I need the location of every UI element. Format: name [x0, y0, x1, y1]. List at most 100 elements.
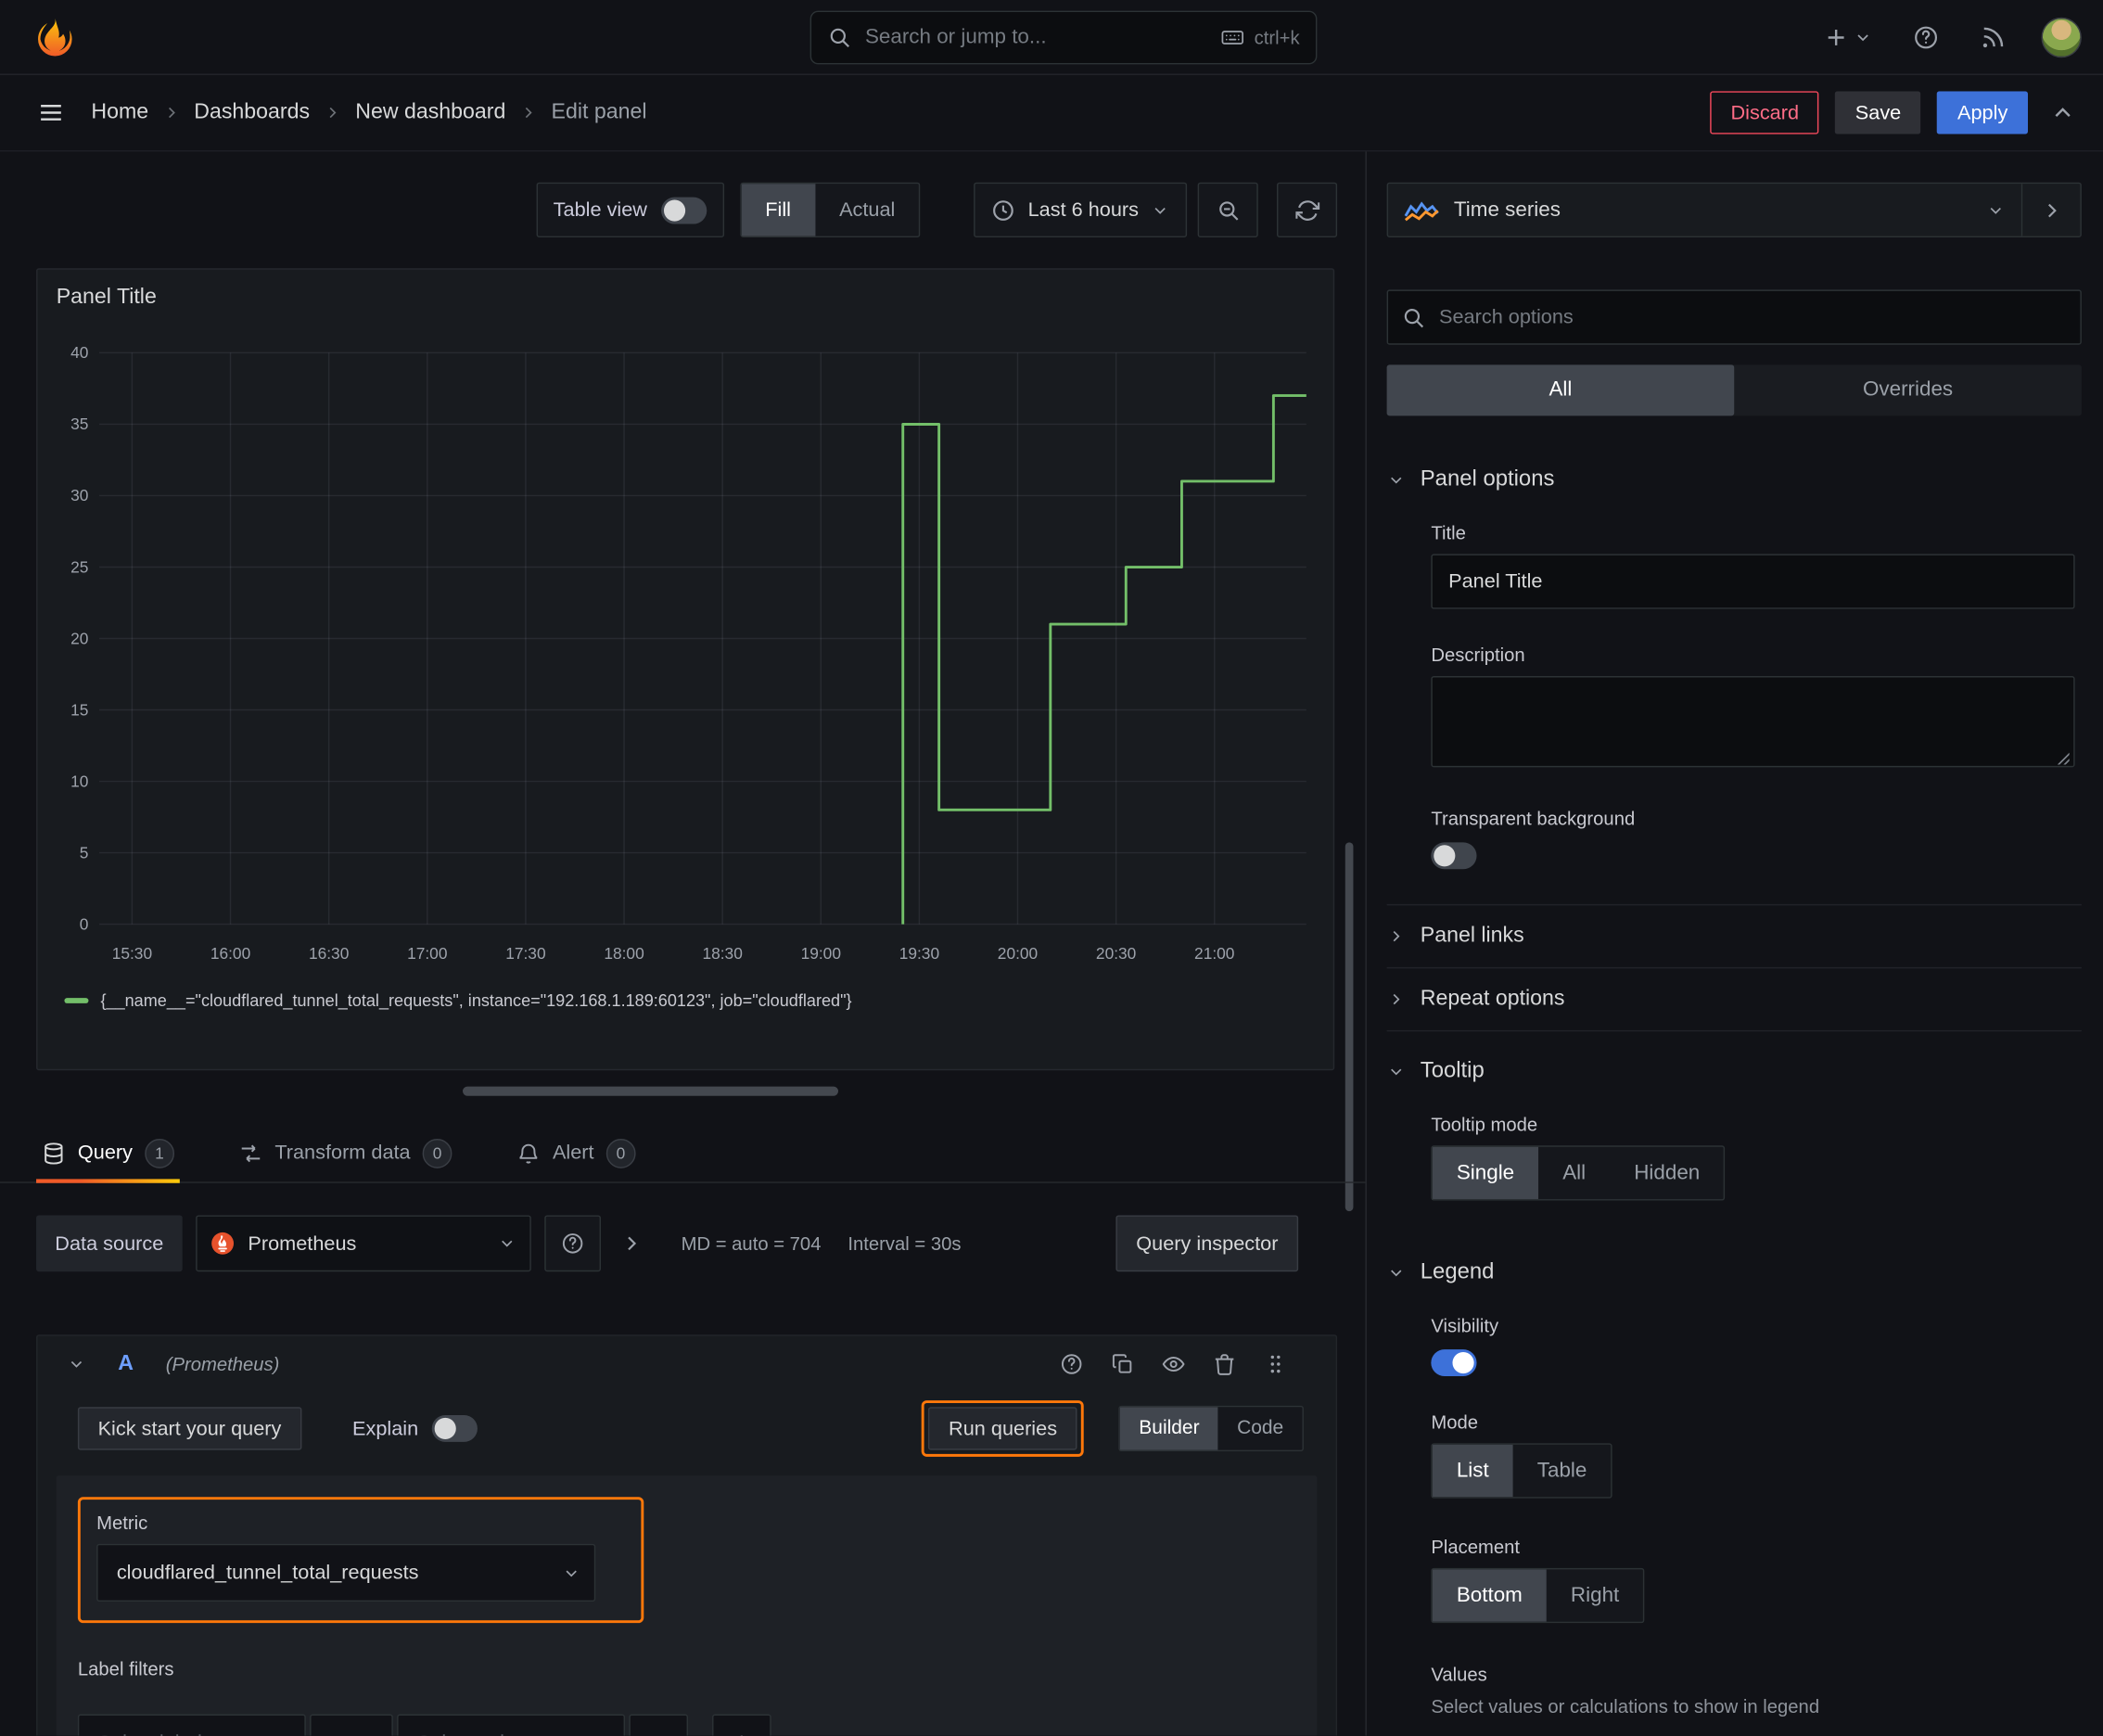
search-icon	[830, 28, 849, 48]
user-avatar[interactable]	[2041, 17, 2082, 58]
options-search	[1386, 289, 2082, 345]
grafana-logo-icon[interactable]	[32, 14, 78, 59]
tab-alert-count-badge: 0	[605, 1138, 636, 1168]
code-option[interactable]: Code	[1218, 1407, 1303, 1449]
legend-series-label[interactable]: {__name__="cloudflared_tunnel_total_requ…	[100, 991, 851, 1010]
title-label: Title	[1431, 521, 1466, 543]
help-icon	[562, 1233, 583, 1254]
metric-value: cloudflared_tunnel_total_requests	[116, 1561, 419, 1585]
visualization-picker[interactable]: Time series	[1388, 184, 2021, 236]
chevron-right-icon	[329, 107, 337, 119]
panel-options-section-header[interactable]: Panel options	[1387, 466, 2082, 491]
zoom-out-icon	[1218, 200, 1238, 220]
legend-mode-table[interactable]: Table	[1513, 1445, 1612, 1497]
save-button[interactable]: Save	[1835, 91, 1921, 134]
time-range-picker[interactable]: Last 6 hours	[974, 182, 1188, 238]
metric-select[interactable]: cloudflared_tunnel_total_requests	[96, 1543, 596, 1602]
chevron-right-icon	[2047, 203, 2057, 217]
actual-option[interactable]: Actual	[815, 184, 919, 236]
kick-start-query-button[interactable]: Kick start your query	[77, 1407, 302, 1450]
svg-text:18:30: 18:30	[702, 944, 742, 963]
panel-links-section-header[interactable]: Panel links	[1387, 905, 2082, 967]
discard-button[interactable]: Discard	[1710, 91, 1819, 134]
svg-text:20:00: 20:00	[998, 944, 1038, 963]
transparent-background-toggle[interactable]	[1431, 842, 1477, 870]
chart-legend: {__name__="cloudflared_tunnel_total_requ…	[48, 991, 1322, 1010]
query-help-icon[interactable]	[1060, 1352, 1084, 1376]
tab-transform-data[interactable]: Transform data 0	[233, 1124, 457, 1181]
select-label-dropdown[interactable]: Select label	[77, 1714, 306, 1736]
tab-query-count-badge: 1	[145, 1138, 174, 1168]
search-shortcut-hint: ctrl+k	[1220, 25, 1300, 49]
legend-placement-bottom[interactable]: Bottom	[1432, 1569, 1547, 1622]
pane-size-segment: Fill Actual	[739, 182, 921, 238]
chevron-right-icon	[1393, 993, 1400, 1005]
query-ref-id[interactable]: A	[118, 1352, 134, 1376]
repeat-options-section-header[interactable]: Repeat options	[1387, 968, 2082, 1030]
tab-overrides[interactable]: Overrides	[1734, 364, 2082, 415]
tab-query[interactable]: Query 1	[36, 1124, 180, 1183]
breadcrumb: Home Dashboards New dashboard Edit panel	[91, 100, 646, 124]
refresh-button[interactable]	[1276, 182, 1338, 238]
legend-visibility-toggle[interactable]	[1431, 1349, 1477, 1377]
apply-button[interactable]: Apply	[1937, 91, 2028, 134]
legend-values-label: Values	[1431, 1663, 1487, 1685]
svg-text:19:00: 19:00	[801, 944, 841, 963]
builder-option[interactable]: Builder	[1120, 1407, 1218, 1450]
explain-toggle[interactable]	[431, 1414, 478, 1442]
tooltip-mode-single[interactable]: Single	[1432, 1146, 1539, 1200]
operator-dropdown[interactable]: =	[310, 1714, 393, 1736]
select-value-dropdown[interactable]: Select value	[397, 1714, 626, 1736]
tooltip-body: Tooltip mode Single All Hidden	[1387, 1114, 2082, 1201]
duplicate-query-icon[interactable]	[1111, 1352, 1135, 1376]
legend-placement-right[interactable]: Right	[1547, 1569, 1643, 1621]
tab-alert[interactable]: Alert 0	[511, 1124, 641, 1181]
datasource-picker[interactable]: Prometheus	[195, 1215, 531, 1272]
tooltip-mode-all[interactable]: All	[1538, 1147, 1610, 1199]
hide-query-icon[interactable]	[1162, 1352, 1186, 1376]
options-search-input[interactable]	[1439, 305, 2067, 329]
options-pane-collapse-button[interactable]	[2020, 184, 2081, 236]
drag-handle-icon[interactable]	[1264, 1352, 1288, 1376]
select-value-placeholder: Select value	[417, 1731, 580, 1736]
horizontal-scrollbar[interactable]	[463, 1086, 839, 1096]
remove-filter-button[interactable]	[629, 1714, 689, 1736]
svg-text:16:30: 16:30	[309, 944, 349, 963]
datasource-row: Data source Prometheus MD = auto = 704 I…	[36, 1215, 1299, 1272]
repeat-options-heading: Repeat options	[1420, 987, 1565, 1011]
tooltip-mode-hidden[interactable]: Hidden	[1610, 1147, 1724, 1199]
time-series-chart[interactable]: 0 5 10 15 20 25 30 35 40 15:30 16:00 16:30 17:00 17:3…	[48, 334, 1325, 977]
edit-panel-actions: Discard Save Apply	[1710, 91, 2082, 134]
help-button[interactable]	[1907, 19, 1945, 56]
zoom-out-button[interactable]	[1197, 182, 1258, 238]
global-search-input[interactable]: Search or jump to... ctrl+k	[809, 10, 1318, 65]
news-button[interactable]	[1974, 19, 2012, 56]
chevron-up-icon	[2055, 108, 2071, 117]
description-textarea[interactable]	[1431, 675, 2075, 768]
prometheus-icon	[210, 1232, 234, 1255]
breadcrumb-home[interactable]: Home	[91, 100, 148, 124]
chevron-right-icon	[168, 107, 175, 119]
panel-title-input[interactable]	[1431, 554, 2075, 609]
table-view-toggle[interactable]	[660, 196, 707, 223]
options-filter-tabs: All Overrides	[1386, 364, 2082, 416]
run-queries-button[interactable]: Run queries	[928, 1407, 1077, 1450]
legend-section-header[interactable]: Legend	[1387, 1259, 2082, 1284]
collapse-header-button[interactable]	[2044, 94, 2082, 131]
datasource-help-button[interactable]	[544, 1215, 601, 1272]
breadcrumb-dashboards[interactable]: Dashboards	[194, 100, 310, 124]
delete-query-icon[interactable]	[1213, 1352, 1237, 1376]
database-icon	[45, 1142, 63, 1164]
tab-all-options[interactable]: All	[1386, 364, 1735, 416]
legend-mode-list[interactable]: List	[1432, 1444, 1513, 1498]
collapse-query-chevron-icon[interactable]	[67, 1355, 85, 1373]
new-button[interactable]	[1817, 19, 1878, 56]
add-filter-button[interactable]	[712, 1714, 771, 1736]
top-nav-actions	[1817, 0, 2082, 75]
tooltip-section-header[interactable]: Tooltip	[1387, 1058, 2082, 1083]
query-inspector-button[interactable]: Query inspector	[1115, 1215, 1299, 1272]
mega-menu-toggle-button[interactable]	[37, 99, 64, 126]
fill-option[interactable]: Fill	[741, 184, 816, 236]
breadcrumb-new-dashboard[interactable]: New dashboard	[355, 100, 505, 124]
query-options-expand-button[interactable]	[614, 1226, 649, 1261]
